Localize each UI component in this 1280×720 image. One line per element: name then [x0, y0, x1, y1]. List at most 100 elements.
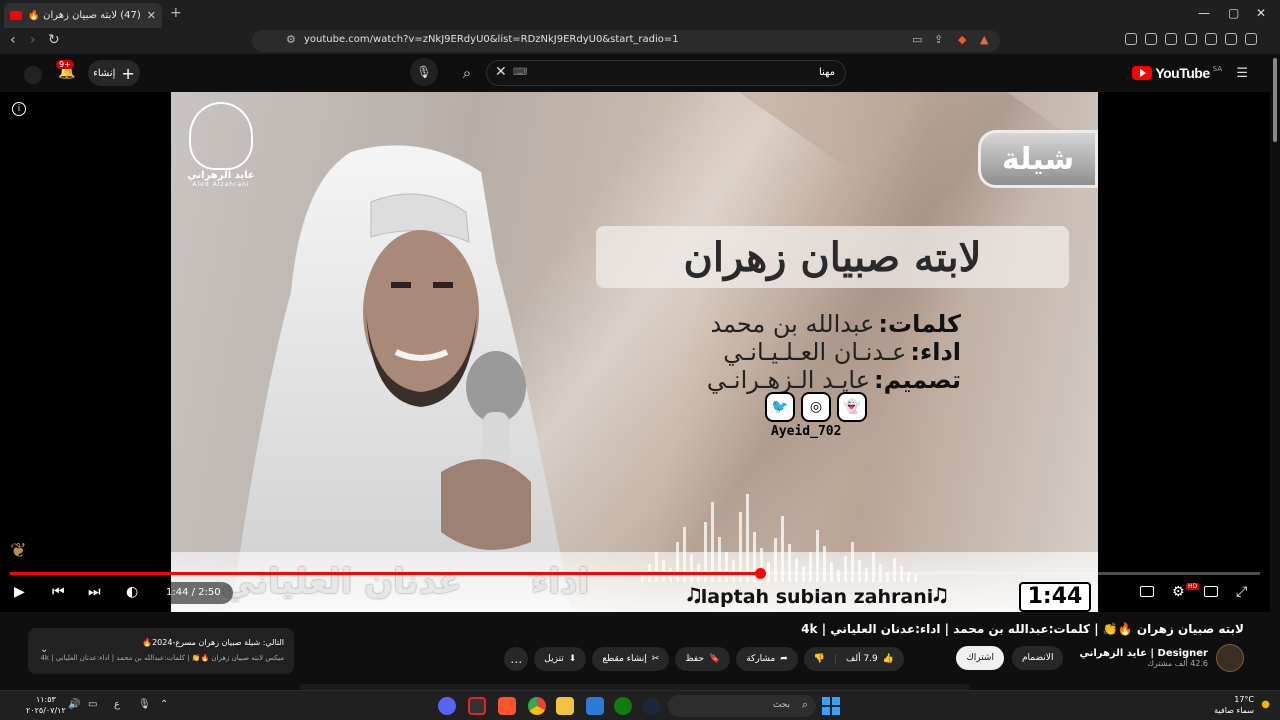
save-button[interactable]: 🔖 حفظ: [675, 647, 731, 671]
account-avatar[interactable]: [24, 66, 42, 84]
volume-icon[interactable]: ◐: [126, 584, 138, 600]
discord-icon[interactable]: [438, 697, 456, 715]
create-label: إنشاء: [93, 67, 116, 79]
address-bar[interactable]: ⚙ youtube.com/watch?v=zNkJ9ERdyU0&list=R…: [252, 30, 1000, 52]
reload-icon[interactable]: ↻: [48, 32, 60, 48]
close-window-button[interactable]: ✕: [1256, 6, 1266, 20]
share-page-icon[interactable]: ⇪: [934, 33, 943, 46]
previous-icon[interactable]: ⏮: [52, 584, 65, 600]
brave-icon[interactable]: [498, 697, 516, 715]
network-icon[interactable]: ▭: [88, 699, 97, 710]
taskbar-search[interactable]: بحث ⌕: [668, 695, 816, 717]
join-button[interactable]: الانضمام: [1011, 646, 1064, 670]
download-icon: ⬇: [568, 654, 577, 664]
capcut-icon[interactable]: [468, 697, 486, 715]
chrome-icon[interactable]: [528, 697, 546, 715]
keyboard-icon[interactable]: ⌨: [513, 67, 527, 78]
search-icon[interactable]: ⌕: [452, 58, 482, 88]
maximize-button[interactable]: ▢: [1228, 6, 1239, 20]
twitter-icon: 🐦: [765, 392, 795, 422]
save-label: حفظ: [685, 654, 704, 664]
create-button[interactable]: إنشاء +: [88, 60, 140, 86]
logo-name-en: Aled Alzahrani: [192, 181, 250, 188]
logo-name-ar: عايد الزهراني: [187, 170, 255, 181]
like-button[interactable]: 👍 7.9 ألف: [835, 654, 904, 664]
brave-shield-icon[interactable]: ◆: [958, 33, 966, 46]
video-player[interactable]: i ❦ عايد الزهراني Aled Alzahrani شيلة لا…: [0, 92, 1270, 612]
scrollbar-thumb[interactable]: [1273, 58, 1277, 142]
browser-tab[interactable]: (47) لابته صبيان زهران 🔥👏 | كلمات ✕: [4, 3, 162, 28]
weather-widget[interactable]: 17°C سماء صافية: [1214, 694, 1254, 716]
tray-overflow-icon[interactable]: ⌃: [160, 699, 168, 710]
share-icon: ➦: [780, 654, 788, 664]
volume-tray-icon[interactable]: 🔊: [68, 699, 80, 710]
channel-avatar[interactable]: [1216, 644, 1244, 672]
credit-key: اداء:: [910, 338, 961, 366]
sidebar-icon[interactable]: [1165, 33, 1177, 45]
dislike-button[interactable]: 👎: [804, 654, 835, 664]
bookmark-save-icon: 🔖: [708, 654, 721, 664]
share-label: مشاركة: [746, 654, 776, 664]
hamburger-menu-icon[interactable]: ☰: [1236, 66, 1248, 81]
credit-key: تصميم:: [874, 366, 961, 394]
extension-icon[interactable]: [1125, 33, 1137, 45]
seek-bar[interactable]: [10, 568, 1260, 579]
menu-icon[interactable]: [1245, 33, 1257, 45]
system-clock[interactable]: ١١:٥٣ ٢٠٢٥/٠٧/١٢: [26, 694, 66, 716]
minimize-button[interactable]: —: [1198, 6, 1210, 20]
xbox-icon[interactable]: [614, 697, 632, 715]
miniplayer-icon[interactable]: [1204, 586, 1218, 597]
channel-watermark-icon[interactable]: ❦: [10, 538, 27, 562]
download-button[interactable]: ⬇ تنزيل: [534, 647, 587, 671]
back-icon[interactable]: ‹: [10, 32, 16, 48]
art-title: لابته صبيان زهران: [683, 233, 982, 281]
leo-icon[interactable]: [1205, 33, 1217, 45]
windows-start-icon[interactable]: [822, 697, 840, 715]
settings-gear-icon[interactable]: ⚙: [1172, 584, 1185, 600]
genre-tag-label: شيلة: [1001, 141, 1075, 177]
mic-tray-icon[interactable]: 🎙: [138, 699, 151, 710]
play-icon[interactable]: ▶: [14, 584, 25, 600]
cast-icon[interactable]: ▭: [912, 33, 922, 46]
plus-icon: +: [121, 63, 135, 83]
brave-rewards-icon[interactable]: ▲: [980, 33, 988, 46]
youtube-logo[interactable]: YouTube SA: [1132, 65, 1222, 81]
subscribe-button[interactable]: اشتراك: [956, 646, 1004, 670]
store-icon[interactable]: [586, 697, 604, 715]
subtitles-icon[interactable]: [1140, 586, 1154, 597]
tab-close-icon[interactable]: ✕: [147, 9, 156, 22]
thumbs-up-icon: 👍: [882, 654, 894, 664]
up-next-card[interactable]: التالي: شيلة صبيان زهران مسرع-2024🔥 ميكس…: [28, 628, 294, 674]
time-overlay: 1:44: [1019, 582, 1091, 612]
fullscreen-icon[interactable]: ⤢: [1236, 584, 1247, 600]
hd-badge: HD: [1186, 583, 1200, 590]
wallet-icon[interactable]: [1185, 33, 1197, 45]
site-info-icon[interactable]: ⚙: [286, 33, 296, 46]
file-explorer-icon[interactable]: [556, 697, 574, 715]
more-actions-button[interactable]: …: [504, 647, 529, 671]
temperature: 17°C: [1234, 695, 1254, 704]
language-indicator[interactable]: ع: [114, 699, 120, 710]
vpn-icon[interactable]: [1225, 33, 1237, 45]
clip-label: إنشاء مقطع: [602, 654, 647, 664]
subscriber-count: 42.6 ألف مشترك: [1147, 659, 1208, 668]
scrubber-handle[interactable]: [755, 568, 766, 579]
forward-icon[interactable]: ›: [30, 32, 36, 48]
steam-icon[interactable]: [642, 697, 660, 715]
share-button[interactable]: ➦ مشاركة: [736, 647, 798, 671]
song-title-english: 🎝laptah subian zahrani🎝: [687, 586, 947, 608]
media-icon[interactable]: [1145, 33, 1157, 45]
microphone-icon[interactable]: 🎙: [410, 58, 438, 86]
browser-toolbar: ‹ › ↻ ❐ ⚙ youtube.com/watch?v=zNkJ9ERdyU…: [0, 28, 1280, 54]
channel-name[interactable]: Designer | عايد الزهراني: [1079, 648, 1208, 659]
clip-button[interactable]: ✂ إنشاء مقطع: [592, 647, 670, 671]
video-frame: عايد الزهراني Aled Alzahrani شيلة لابته …: [171, 92, 1098, 612]
next-icon[interactable]: ⏭: [88, 584, 101, 600]
new-tab-button[interactable]: +: [170, 5, 182, 21]
clear-search-icon[interactable]: ✕: [495, 64, 507, 80]
page-scrollbar[interactable]: [1270, 54, 1280, 690]
search-input[interactable]: مهنا ⌨ ✕: [486, 60, 846, 86]
social-handle: Ayeid_702: [771, 424, 842, 439]
chevron-down-icon[interactable]: ⌄: [40, 644, 48, 655]
info-icon[interactable]: i: [12, 102, 26, 116]
